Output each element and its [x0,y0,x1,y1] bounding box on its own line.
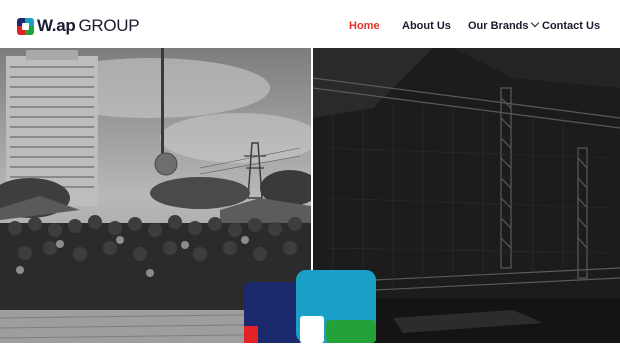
logo-name-light: GROUP [78,16,140,35]
nav-our-brands[interactable]: Our Brands [468,18,539,33]
chevron-down-icon [530,18,539,28]
nav-home[interactable]: Home [349,19,380,33]
wap-group-logo[interactable]: W.ap GROUP [17,16,140,35]
nav-about-us[interactable]: About Us [402,19,451,33]
nav-contact-us[interactable]: Contact Us [542,19,600,33]
brand-mark-icon [244,270,376,343]
nav-our-brands-label: Our Brands [468,20,529,32]
logo-text: W.ap GROUP [37,16,140,35]
site-header: W.ap GROUP Home About Us Our Brands Conta… [0,0,620,48]
wap-group-logo-mark [244,268,376,343]
logo-name-bold: W.ap [37,16,76,35]
wap-logo-icon [17,17,34,35]
